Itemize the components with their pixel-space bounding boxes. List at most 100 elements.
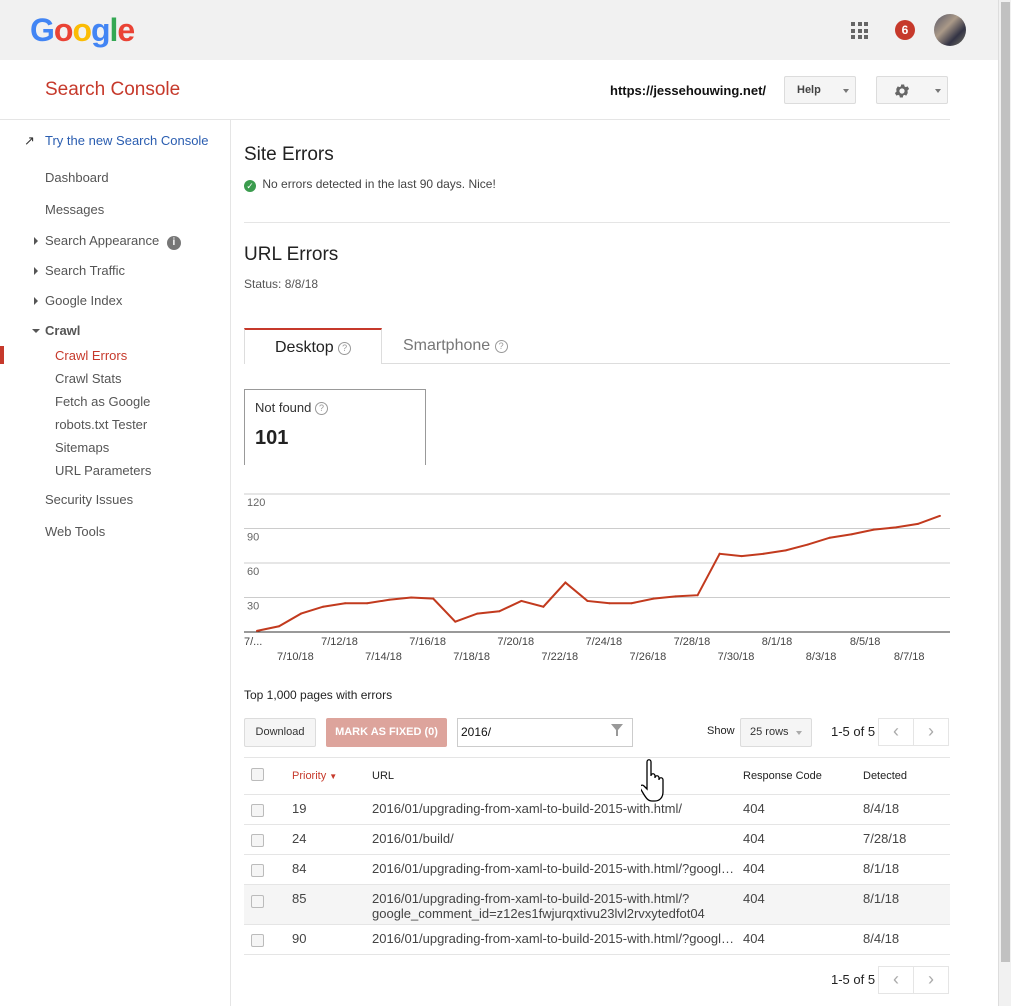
data-point (872, 528, 875, 531)
x-tick-label: 7/20/18 (497, 636, 534, 648)
response-code-cell: 404 (743, 861, 765, 876)
url-text: 2016/01/upgrading-from-xaml-to-build-201… (372, 891, 690, 906)
data-point (696, 594, 699, 597)
url-text-cont: google_comment_id=z12es1fwjurqxtivu23lvl… (372, 906, 705, 921)
select-all-checkbox[interactable] (251, 768, 264, 781)
data-point (542, 605, 545, 608)
row-checkbox[interactable] (251, 864, 264, 877)
data-point (278, 625, 281, 628)
priority-cell: 85 (292, 891, 307, 906)
data-point (476, 612, 479, 615)
rows-select[interactable]: 25 rows (740, 718, 812, 747)
series-line (256, 514, 941, 632)
url-cell[interactable]: 2016/01/upgrading-from-xaml-to-build-201… (372, 891, 705, 921)
x-tick-label: 7/12/18 (321, 636, 358, 648)
url-cell[interactable]: 2016/01/upgrading-from-xaml-to-build-201… (372, 861, 734, 876)
chevron-right-icon: › (928, 721, 934, 741)
download-button[interactable]: Download (244, 718, 316, 747)
response-code-cell: 404 (743, 931, 765, 946)
chevron-left-icon: ‹ (893, 969, 899, 989)
url-cell[interactable]: 2016/01/upgrading-from-xaml-to-build-201… (372, 931, 734, 946)
filter-input[interactable]: 2016/ (457, 718, 633, 747)
x-tick-label: 7/14/18 (365, 651, 402, 663)
x-tick-label: 7/22/18 (541, 651, 578, 663)
column-response-code[interactable]: Response Code (743, 770, 822, 782)
data-point (762, 552, 765, 555)
detected-cell: 7/28/18 (863, 831, 907, 846)
pagination-text-bottom: 1-5 of 5 (831, 972, 876, 987)
url-text: 2016/01/build/ (372, 831, 454, 846)
y-tick-label: 30 (247, 601, 259, 613)
data-point (828, 536, 831, 539)
data-point (674, 595, 677, 598)
mark-as-fixed-button[interactable]: MARK AS FIXED (0) (326, 718, 447, 747)
detected-cell: 8/4/18 (863, 801, 900, 816)
response-code-cell: 404 (743, 801, 765, 816)
x-tick-label: 7/18/18 (453, 651, 490, 663)
row-checkbox[interactable] (251, 804, 264, 817)
next-page-button-bottom[interactable]: › (913, 966, 949, 994)
data-point (652, 597, 655, 600)
column-priority[interactable]: Priority ▼ (292, 770, 337, 782)
label: Priority (292, 770, 327, 782)
data-point (806, 543, 809, 546)
x-tick-label: 8/5/18 (850, 636, 881, 648)
priority-cell: 19 (292, 801, 307, 816)
next-page-button[interactable]: › (913, 718, 949, 746)
hand-cursor-icon (641, 759, 664, 802)
table-row[interactable]: 24 2016/01/build/ 404 7/28/18 (244, 825, 950, 855)
prev-page-button[interactable]: ‹ (878, 718, 914, 746)
x-tick-label: 8/1/18 (762, 636, 793, 648)
filter-value: 2016/ (461, 725, 492, 739)
data-point (256, 629, 258, 632)
url-cell[interactable]: 2016/01/build/ (372, 831, 454, 846)
url-text: 2016/01/upgrading-from-xaml-to-build-201… (372, 861, 735, 876)
row-checkbox[interactable] (251, 934, 264, 947)
detected-cell: 8/4/18 (863, 931, 900, 946)
x-tick-label: 7/10/18 (277, 651, 314, 663)
priority-cell: 84 (292, 861, 307, 876)
response-code-cell: 404 (743, 831, 765, 846)
data-point (850, 533, 853, 536)
rows-select-value: 25 rows (750, 726, 789, 738)
data-point (916, 522, 919, 525)
chevron-right-icon: › (928, 969, 934, 989)
row-checkbox[interactable] (251, 834, 264, 847)
data-point (366, 602, 369, 605)
pagination-text: 1-5 of 5 (831, 724, 876, 739)
row-checkbox[interactable] (251, 895, 264, 908)
priority-cell: 24 (292, 831, 307, 846)
x-tick-label: 7/... (244, 636, 262, 648)
x-tick-label: 7/28/18 (674, 636, 711, 648)
filter-icon[interactable] (611, 724, 623, 736)
data-point (344, 602, 347, 605)
table-header: Priority ▼ URL Response Code Detected (244, 758, 950, 795)
y-tick-label: 90 (247, 532, 259, 544)
x-tick-label: 7/16/18 (409, 636, 446, 648)
table-row[interactable]: 85 2016/01/upgrading-from-xaml-to-build-… (244, 885, 950, 925)
url-cell[interactable]: 2016/01/upgrading-from-xaml-to-build-201… (372, 801, 682, 816)
data-point (564, 581, 567, 584)
table-row[interactable]: 19 2016/01/upgrading-from-xaml-to-build-… (244, 795, 950, 825)
chevron-left-icon: ‹ (893, 721, 899, 741)
data-point (718, 552, 721, 555)
data-point (520, 599, 523, 602)
data-point (454, 620, 457, 623)
column-detected[interactable]: Detected (863, 770, 907, 782)
y-tick-label: 120 (247, 497, 265, 509)
data-point (630, 602, 633, 605)
data-point (608, 602, 611, 605)
column-url[interactable]: URL (372, 770, 394, 782)
x-tick-label: 7/24/18 (585, 636, 622, 648)
table-row[interactable]: 90 2016/01/upgrading-from-xaml-to-build-… (244, 925, 950, 955)
prev-page-button-bottom[interactable]: ‹ (878, 966, 914, 994)
data-point (322, 605, 325, 608)
table-row[interactable]: 84 2016/01/upgrading-from-xaml-to-build-… (244, 855, 950, 885)
data-point (894, 526, 897, 529)
errors-line-chart: 30 60 90 120 7/... 7/12/18 7/16/18 7/20/18 7/24/… (244, 493, 950, 663)
response-code-cell: 404 (743, 891, 765, 906)
x-tick-label: 8/7/18 (894, 651, 925, 663)
data-point (740, 555, 743, 558)
detected-cell: 8/1/18 (863, 891, 900, 906)
url-text: 2016/01/upgrading-from-xaml-to-build-201… (372, 801, 682, 816)
